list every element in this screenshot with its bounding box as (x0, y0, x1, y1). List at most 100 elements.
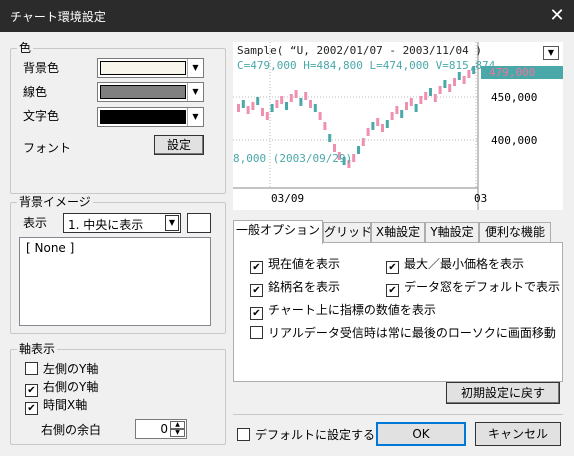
reset-defaults-button[interactable]: 初期設定に戻す (446, 382, 560, 404)
tab-x-axis[interactable]: X軸設定 (371, 222, 425, 243)
realtime-move-label: リアルデータ受信時は常に最後のローソクに画面移動 (268, 326, 556, 340)
browse-image-button[interactable] (187, 213, 211, 233)
chevron-down-icon[interactable]: ▼ (187, 108, 203, 126)
candle (429, 88, 432, 96)
text-color-swatch (100, 110, 186, 124)
line-color-label: 線色 (23, 85, 48, 99)
time-x-axis-checkbox[interactable]: ✔ 時間X軸 (25, 398, 87, 415)
show-name-label: 銘柄名を表示 (268, 280, 341, 294)
chart-header: Sample( “U, 2002/01/07 - 2003/11/04 ) (237, 44, 483, 57)
candle (304, 92, 308, 100)
candle (256, 97, 260, 105)
check-icon[interactable]: ✔ (250, 307, 263, 320)
set-default-label: デフォルトに設定する (255, 428, 376, 442)
candle (275, 100, 279, 108)
general-options-panel: ✔ 現在値を表示 ✔ 最大／最小価格を表示 ✔ 銘柄名を表示 ✔ データ窓をデフォルトで… (233, 242, 563, 382)
candle (352, 154, 356, 162)
cancel-button[interactable]: キャンセル (475, 422, 561, 446)
show-indicator-label: チャート上に指標の数値を表示 (268, 303, 436, 317)
chevron-down-icon[interactable]: ▼ (187, 59, 203, 77)
left-y-axis-label: 左側のY軸 (43, 362, 99, 376)
tab-utilities[interactable]: 便利な機能 (479, 222, 551, 243)
color-group-title: 色 (17, 41, 34, 55)
y-tick-label: 450,000 (491, 91, 538, 104)
candle (357, 146, 360, 154)
candle (323, 122, 327, 130)
candle (419, 96, 423, 104)
realtime-move-checkbox[interactable]: リアルデータ受信時は常に最後のローソクに画面移動 (250, 326, 556, 340)
check-icon[interactable]: ✔ (250, 284, 263, 297)
ok-button[interactable]: OK (376, 422, 466, 446)
chart-menu-icon[interactable]: ▼ (543, 46, 559, 60)
candle (318, 112, 322, 120)
candle (385, 120, 389, 128)
candle (453, 78, 456, 86)
candle (328, 134, 332, 142)
image-list[interactable]: [ None ] (19, 237, 211, 326)
set-default-checkbox[interactable]: デフォルトに設定する (237, 428, 375, 442)
color-group: 色 背景色 ▼ 線色 ▼ 文字色 ▼ フォント 設定 (10, 41, 226, 194)
show-name-checkbox[interactable]: ✔ 銘柄名を表示 (250, 280, 341, 297)
tab-general[interactable]: 一般オプション (233, 220, 323, 244)
right-margin-label: 右側の余白 (41, 423, 102, 437)
display-mode-value: 1. 中央に表示 (68, 218, 144, 232)
show-indicator-checkbox[interactable]: ✔ チャート上に指標の数値を表示 (250, 303, 436, 320)
chevron-down-icon[interactable]: ▼ (165, 215, 179, 231)
check-icon[interactable]: ✔ (250, 261, 263, 274)
checkbox-box[interactable] (237, 428, 250, 441)
candle (280, 96, 284, 104)
right-y-axis-checkbox[interactable]: ✔ 右側のY軸 (25, 380, 99, 397)
candle (438, 86, 442, 94)
show-current-checkbox[interactable]: ✔ 現在値を表示 (250, 257, 341, 274)
chevron-down-icon[interactable]: ▼ (187, 83, 203, 101)
background-color-swatch (100, 61, 186, 75)
check-icon[interactable]: ✔ (386, 284, 399, 297)
line-color-combo[interactable]: ▼ (97, 82, 204, 102)
divider (233, 414, 563, 415)
candle (371, 122, 375, 130)
right-margin-value[interactable]: 0 (160, 422, 168, 436)
candle (366, 128, 370, 136)
text-color-combo[interactable]: ▼ (97, 107, 204, 127)
close-icon[interactable]: ✕ (540, 0, 574, 32)
checkbox-box[interactable] (250, 326, 263, 339)
list-item[interactable]: [ None ] (26, 241, 74, 255)
left-y-axis-checkbox[interactable]: 左側のY軸 (25, 362, 98, 376)
candle (285, 102, 288, 110)
candle (241, 100, 245, 108)
y-tick-label: 400,000 (491, 134, 538, 147)
candle (294, 90, 298, 98)
display-label: 表示 (23, 216, 48, 230)
current-price-tag: 479,000 (489, 66, 536, 79)
font-settings-button[interactable]: 設定 (154, 135, 204, 155)
checkbox-box[interactable] (25, 362, 38, 375)
candle (376, 118, 380, 126)
candle (390, 112, 394, 120)
check-icon[interactable]: ✔ (386, 261, 399, 274)
window-title: チャート環境設定 (10, 10, 106, 24)
right-y-axis-label: 右側のY軸 (43, 380, 99, 394)
spin-up-icon[interactable]: ▲ (170, 421, 185, 429)
chart-preview: Sample( “U, 2002/01/07 - 2003/11/04 ) C=… (233, 42, 563, 210)
candle (433, 94, 437, 102)
right-margin-spinner[interactable]: 0 ▲ ▼ (135, 419, 187, 439)
check-icon[interactable]: ✔ (25, 402, 38, 415)
candle (443, 80, 447, 88)
candle (289, 94, 293, 102)
show-minmax-checkbox[interactable]: ✔ 最大／最小価格を表示 (386, 257, 524, 274)
data-window-checkbox[interactable]: ✔ データ窓をデフォルトで表示 (386, 280, 561, 297)
candle (270, 104, 274, 112)
line-color-swatch (100, 85, 186, 99)
data-window-label: データ窓をデフォルトで表示 (404, 280, 561, 294)
show-current-label: 現在値を表示 (268, 257, 341, 271)
background-color-combo[interactable]: ▼ (97, 58, 204, 78)
check-icon[interactable]: ✔ (25, 384, 38, 397)
candle (299, 98, 303, 106)
chart-min-label: 8,000 (2003/09/29) (233, 152, 353, 165)
spin-down-icon[interactable]: ▼ (170, 429, 185, 437)
tab-y-axis[interactable]: Y軸設定 (425, 222, 479, 243)
axis-display-group: 軸表示 左側のY軸 ✔ 右側のY軸 ✔ 時間X軸 右側の余白 0 ▲ ▼ (10, 342, 226, 445)
display-mode-select[interactable]: 1. 中央に表示 ▼ (63, 213, 181, 233)
tab-grid[interactable]: グリッド (323, 222, 372, 243)
title-bar: チャート環境設定 ✕ (0, 0, 574, 32)
